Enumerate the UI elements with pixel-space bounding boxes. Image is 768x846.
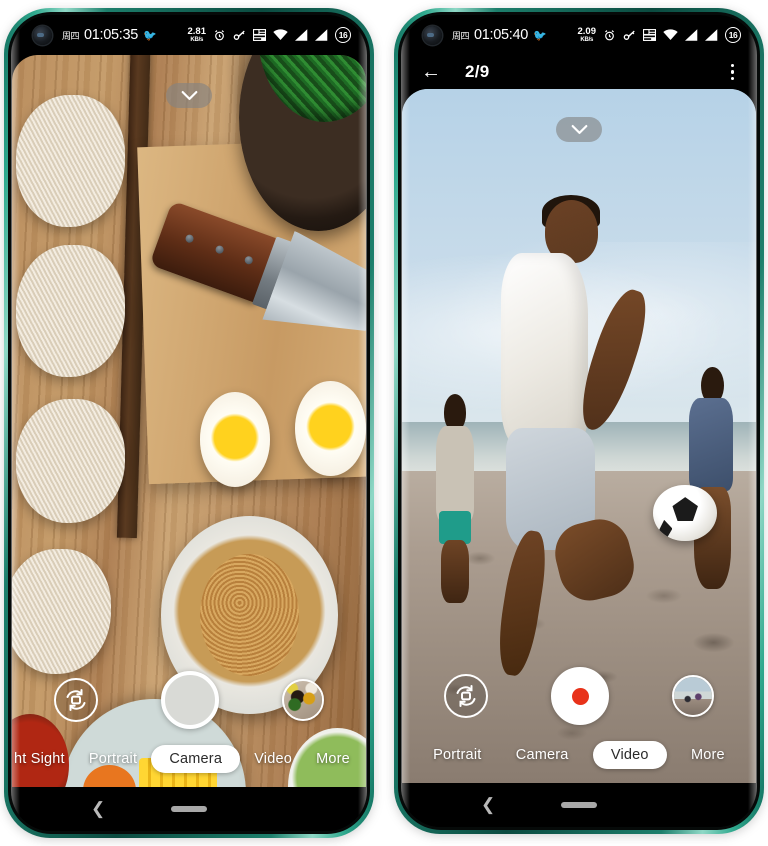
back-chevron-icon[interactable]: ❮ <box>481 795 495 815</box>
arrow-left-icon[interactable]: ← <box>417 62 445 82</box>
mode-night-sight[interactable]: ht Sight <box>14 745 75 773</box>
kebab-menu-icon[interactable] <box>726 61 740 84</box>
phone-left-bezel: 周四 01:05:35 🐦 2.81 KB/s 16 ht Sight Port… <box>8 12 370 834</box>
phone-right: 周四 01:05:40 🐦 2.09 KB/s 16 ← 2/9 Portrai… <box>394 8 764 834</box>
phone-left-screen: 周四 01:05:35 🐦 2.81 KB/s 16 ht Sight Port… <box>11 15 367 831</box>
system-nav-bar-right: ❮ <box>401 783 757 827</box>
mode-more[interactable]: More <box>681 741 735 769</box>
boiled-egg-half <box>295 380 366 476</box>
back-chevron-icon[interactable]: ❮ <box>91 799 105 819</box>
network-speed-indicator: 2.09 KB/s <box>578 27 597 43</box>
step-counter: 2/9 <box>465 62 490 81</box>
wifi-icon <box>273 29 288 41</box>
video-record-button[interactable] <box>551 667 609 725</box>
mode-portrait[interactable]: Portrait <box>423 741 491 769</box>
vpn-key-icon <box>233 29 246 42</box>
player-kicking <box>492 195 656 686</box>
notification-app-icon: 🐦 <box>143 29 157 42</box>
signal-1-icon <box>295 29 308 41</box>
home-pill-indicator[interactable] <box>171 806 207 812</box>
mode-camera[interactable]: Camera <box>506 741 579 769</box>
signal-1-icon <box>685 29 698 41</box>
alarm-icon <box>213 29 226 42</box>
mode-video[interactable]: Video <box>244 745 302 773</box>
network-speed-indicator: 2.81 KB/s <box>188 27 207 43</box>
noodle-bundle <box>15 245 126 378</box>
home-pill-indicator[interactable] <box>561 802 597 808</box>
front-camera-punch-hole <box>33 25 52 45</box>
noodle-bundle <box>15 399 126 524</box>
sauteed-greens <box>257 55 366 122</box>
noodle-bundle <box>15 95 126 227</box>
thumbnail-image-food <box>284 681 322 719</box>
last-photo-thumbnail[interactable] <box>282 679 324 721</box>
record-dot-icon <box>571 687 589 705</box>
mode-camera[interactable]: Camera <box>151 745 241 773</box>
network-speed-value: 2.81 <box>187 26 207 38</box>
status-bar-right: 周四 01:05:40 🐦 2.09 KB/s 16 <box>401 15 757 55</box>
camera-flip-icon[interactable] <box>444 674 488 718</box>
battery-indicator: 16 <box>725 27 741 43</box>
status-bar-right-cluster: 2.81 KB/s 16 <box>188 27 351 43</box>
camera-mode-strip-left: ht Sight Portrait Camera Video More <box>12 745 366 773</box>
camera-mode-strip-right: Portrait Camera Video More <box>402 741 756 769</box>
mode-portrait[interactable]: Portrait <box>79 745 147 773</box>
thumbnail-image-beach <box>674 677 712 715</box>
alarm-icon <box>603 29 616 42</box>
photo-shutter-button[interactable] <box>161 671 219 729</box>
front-camera-punch-hole <box>423 25 442 45</box>
status-day-label: 周四 <box>452 30 470 41</box>
status-clock: 01:05:35 <box>84 27 139 43</box>
ime-icon <box>643 29 656 41</box>
camera-controls-left <box>12 671 366 729</box>
app-bar-right: ← 2/9 <box>401 55 757 89</box>
player-left <box>427 394 484 603</box>
camera-flip-icon[interactable] <box>54 678 98 722</box>
mode-more[interactable]: More <box>306 745 360 773</box>
phone-right-screen: 周四 01:05:40 🐦 2.09 KB/s 16 ← 2/9 Portrai… <box>401 15 757 827</box>
camera-controls-right <box>402 667 756 725</box>
network-speed-unit: KB/s <box>580 36 594 43</box>
phone-right-bezel: 周四 01:05:40 🐦 2.09 KB/s 16 ← 2/9 Portrai… <box>398 12 760 830</box>
status-clock: 01:05:40 <box>474 27 529 43</box>
phone-left: 周四 01:05:35 🐦 2.81 KB/s 16 ht Sight Port… <box>4 8 374 838</box>
wifi-icon <box>663 29 678 41</box>
ime-icon <box>253 29 266 41</box>
viewfinder-right[interactable]: Portrait Camera Video More <box>402 89 756 783</box>
chevron-down-icon <box>571 124 588 135</box>
mode-video[interactable]: Video <box>592 741 667 769</box>
network-speed-value: 2.09 <box>577 26 597 38</box>
status-bar-left-cluster: 周四 01:05:40 🐦 <box>452 27 547 43</box>
chevron-down-icon <box>181 90 198 101</box>
status-bar-right-cluster: 2.09 KB/s 16 <box>578 27 741 43</box>
football <box>653 484 718 542</box>
signal-2-icon <box>705 29 718 41</box>
boiled-egg-half <box>199 391 271 487</box>
dual-phone-stage: 周四 01:05:35 🐦 2.81 KB/s 16 ht Sight Port… <box>0 0 768 846</box>
signal-2-icon <box>315 29 328 41</box>
status-day-label: 周四 <box>62 30 80 41</box>
camera-settings-expand-button[interactable] <box>166 83 212 108</box>
last-photo-thumbnail[interactable] <box>672 675 714 717</box>
network-speed-unit: KB/s <box>190 36 204 43</box>
camera-settings-expand-button[interactable] <box>556 117 602 142</box>
vpn-key-icon <box>623 29 636 42</box>
notification-app-icon: 🐦 <box>533 29 547 42</box>
battery-indicator: 16 <box>335 27 351 43</box>
system-nav-bar-left: ❮ <box>11 787 367 831</box>
player-right <box>682 366 742 589</box>
viewfinder-left[interactable]: ht Sight Portrait Camera Video More <box>12 55 366 787</box>
status-bar-left: 周四 01:05:35 🐦 2.81 KB/s 16 <box>11 15 367 55</box>
status-bar-left-cluster: 周四 01:05:35 🐦 <box>62 27 157 43</box>
